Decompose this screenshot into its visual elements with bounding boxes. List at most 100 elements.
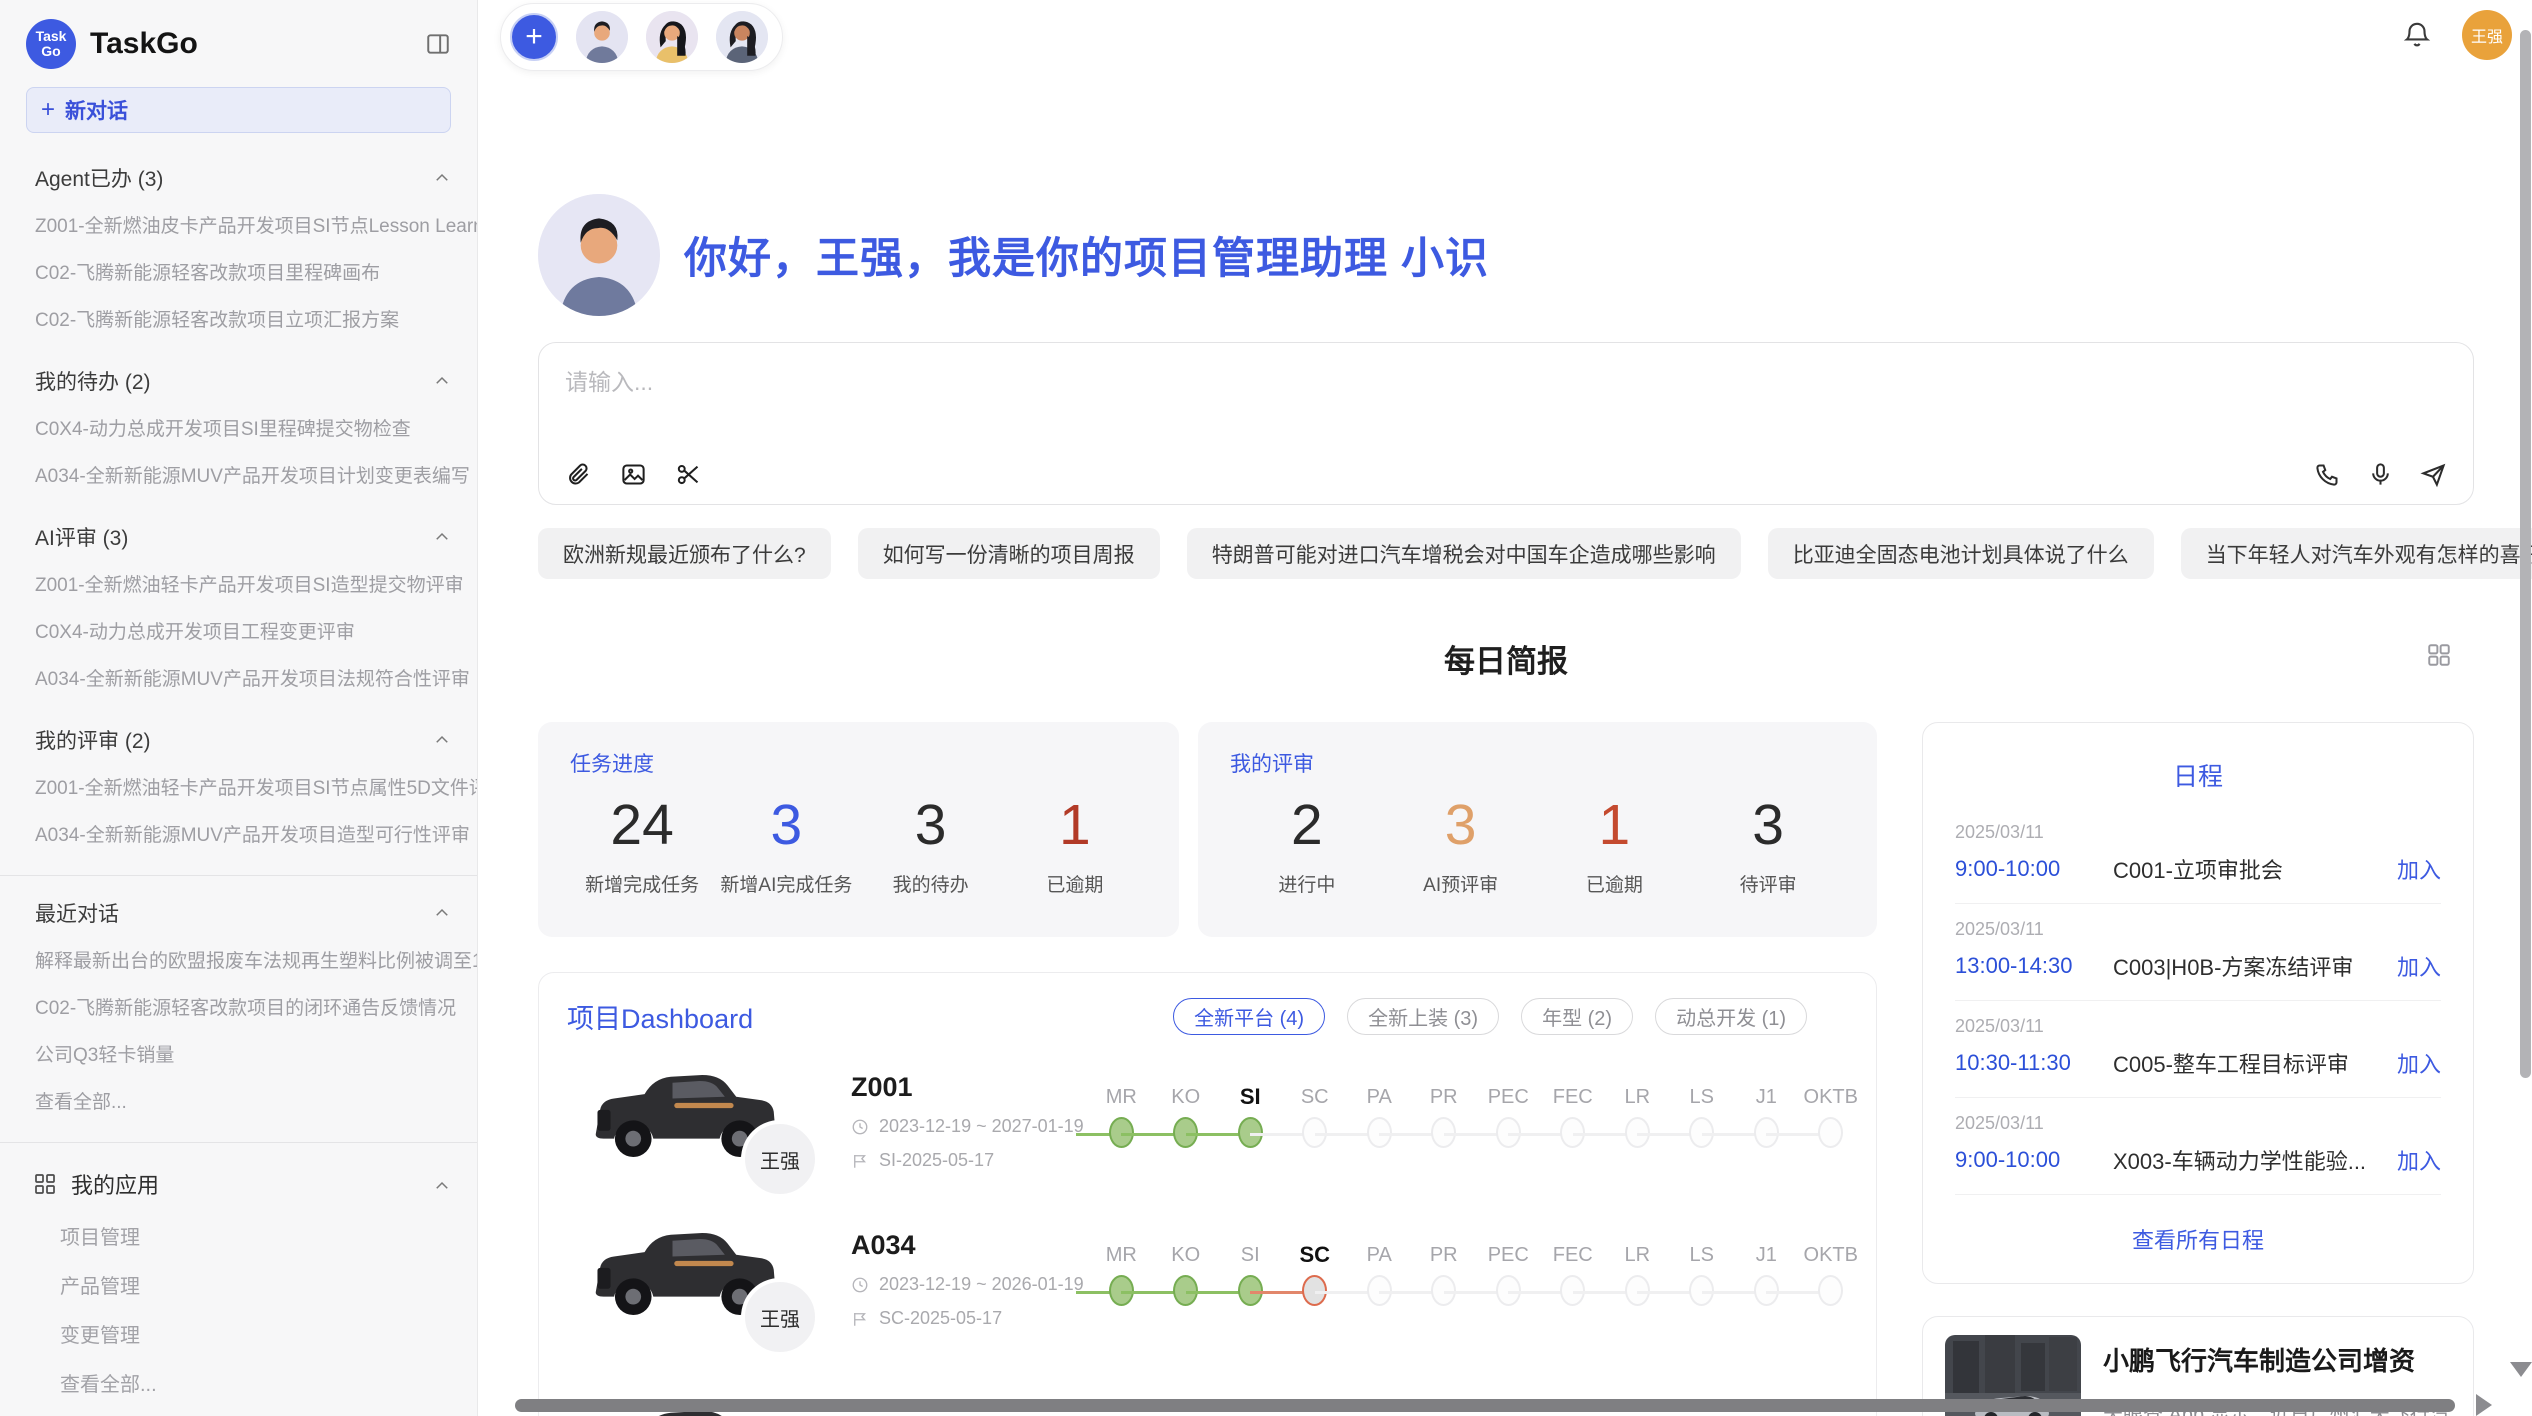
- bell-icon[interactable]: [2402, 20, 2432, 50]
- sidebar-item[interactable]: A034-全新新能源MUV产品开发项目计划变更表编写: [0, 451, 477, 498]
- recent-chat-item[interactable]: 公司Q3轻卡销量: [0, 1030, 477, 1077]
- recent-chat-item[interactable]: 解释最新出台的欧盟报废车法规再生塑料比例被调至15%...: [0, 936, 477, 983]
- milestone: SC: [1283, 1240, 1348, 1330]
- agent-avatar-1[interactable]: [576, 11, 628, 63]
- grid-icon[interactable]: [2426, 642, 2452, 668]
- milestone-label: KO: [1154, 1240, 1219, 1270]
- scroll-down-arrow-icon[interactable]: [2510, 1362, 2532, 1377]
- my-apps-header[interactable]: 我的应用: [0, 1157, 477, 1211]
- new-chat-button[interactable]: + 新对话: [26, 87, 451, 133]
- event-time: 9:00-10:00: [1955, 856, 2113, 882]
- agent-avatar-2[interactable]: [646, 11, 698, 63]
- right-column: 日程 2025/03/119:00-10:00C001-立项审批会加入2025/…: [1922, 722, 2474, 1416]
- event-join-link[interactable]: 加入: [2397, 950, 2441, 982]
- horizontal-scrollbar[interactable]: [515, 1399, 2455, 1412]
- sidebar-item[interactable]: Z001-全新燃油轻卡产品开发项目SI节点属性5D文件评审: [0, 763, 477, 810]
- phone-icon[interactable]: [2314, 461, 2341, 488]
- event-join-link[interactable]: 加入: [2397, 853, 2441, 885]
- milestone: PA: [1347, 1082, 1412, 1172]
- project-flag: SI-2025-05-17: [851, 1150, 1087, 1171]
- stat-card-title: 我的评审: [1230, 748, 1845, 778]
- suggestion-chip[interactable]: 欧洲新规最近颁布了什么?: [538, 528, 831, 579]
- project-dates-text: 2023-12-19 ~ 2027-01-19: [879, 1116, 1084, 1137]
- view-all-schedule-link[interactable]: 查看所有日程: [1955, 1207, 2441, 1259]
- stat-item: 3待评审: [1691, 792, 1845, 897]
- stat-value: 1: [1538, 792, 1692, 858]
- milestone: OKTB: [1799, 1240, 1864, 1330]
- suggestion-chip[interactable]: 如何写一份清晰的项目周报: [858, 528, 1160, 579]
- stat-card: 我的评审2进行中3AI预评审1已逾期3待评审: [1198, 722, 1877, 937]
- schedule-list: 2025/03/119:00-10:00C001-立项审批会加入2025/03/…: [1955, 807, 2441, 1207]
- milestone-label: FEC: [1541, 1240, 1606, 1270]
- sidebar-group-header[interactable]: 我的待办 (2): [0, 358, 477, 404]
- recent-chat-item[interactable]: C02-飞腾新能源轻客改款项目的闭环通告反馈情况: [0, 983, 477, 1030]
- greeting-text: 你好，王强，我是你的项目管理助理 小识: [684, 224, 1489, 286]
- dashboard-tab[interactable]: 全新上装 (3): [1347, 998, 1499, 1035]
- recent-chat-item[interactable]: 查看全部...: [0, 1077, 477, 1124]
- content-columns: 任务进度24新增完成任务3新增AI完成任务3我的待办1已逾期我的评审2进行中3A…: [538, 722, 2474, 1416]
- stat-value: 3: [714, 792, 858, 858]
- project-flag: SC-2025-05-17: [851, 1308, 1087, 1329]
- stat-item: 2进行中: [1230, 792, 1384, 897]
- app-menu-item[interactable]: 产品管理: [0, 1260, 477, 1309]
- stat-label: 新增AI完成任务: [714, 870, 858, 897]
- sidebar-item[interactable]: C02-飞腾新能源轻客改款项目里程碑画布: [0, 248, 477, 295]
- event-date: 2025/03/11: [1955, 822, 2441, 843]
- chat-input[interactable]: [565, 363, 2447, 461]
- suggestion-chip[interactable]: 当下年轻人对汽车外观有怎样的喜好趋势: [2181, 528, 2532, 579]
- paperclip-icon[interactable]: [565, 461, 592, 488]
- milestone: MR: [1089, 1240, 1154, 1330]
- sidebar-group-header[interactable]: AI评审 (3): [0, 514, 477, 560]
- milestone-label: LS: [1670, 1240, 1735, 1270]
- milestone: KO: [1154, 1240, 1219, 1330]
- app-menu-item[interactable]: 项目管理: [0, 1211, 477, 1260]
- event-time: 13:00-14:30: [1955, 953, 2113, 979]
- event-join-link[interactable]: 加入: [2397, 1047, 2441, 1079]
- event-date: 2025/03/11: [1955, 919, 2441, 940]
- vertical-scrollbar[interactable]: [2520, 30, 2531, 1078]
- sidebar-item[interactable]: Z001-全新燃油轻卡产品开发项目SI造型提交物评审: [0, 560, 477, 607]
- suggestion-chip[interactable]: 比亚迪全固态电池计划具体说了什么: [1768, 528, 2154, 579]
- sidebar-item[interactable]: Z001-全新燃油皮卡产品开发项目SI节点Lesson Learn报告: [0, 201, 477, 248]
- milestone-node: [1818, 1275, 1843, 1306]
- sidebar-group-header[interactable]: 我的评审 (2): [0, 717, 477, 763]
- milestone: PR: [1412, 1240, 1477, 1330]
- add-agent-button[interactable]: +: [510, 13, 558, 61]
- event-join-link[interactable]: 加入: [2397, 1144, 2441, 1176]
- milestone: PA: [1347, 1240, 1412, 1330]
- milestone-label: PR: [1412, 1082, 1477, 1112]
- scroll-right-arrow-icon[interactable]: [2476, 1394, 2492, 1416]
- app-menu-item[interactable]: 变更管理: [0, 1309, 477, 1358]
- sidebar-group-title: 我的评审 (2): [35, 725, 433, 755]
- suggestion-chip[interactable]: 特朗普可能对进口汽车增税会对中国车企造成哪些影响: [1187, 528, 1741, 579]
- sidebar-group-header[interactable]: Agent已办 (3): [0, 155, 477, 201]
- sidebar-toggle-icon[interactable]: [425, 31, 451, 57]
- sidebar-item[interactable]: C02-飞腾新能源轻客改款项目立项汇报方案: [0, 295, 477, 342]
- schedule-event: 2025/03/1113:00-14:30C003|H0B-方案冻结评审加入: [1955, 904, 2441, 1001]
- my-apps-title: 我的应用: [71, 1168, 433, 1200]
- scissors-icon[interactable]: [675, 461, 702, 488]
- sidebar-item[interactable]: A034-全新新能源MUV产品开发项目法规符合性评审: [0, 654, 477, 701]
- sidebar-group: AI评审 (3) Z001-全新燃油轻卡产品开发项目SI造型提交物评审C0X4-动…: [0, 508, 477, 711]
- dashboard-tab[interactable]: 年型 (2): [1521, 998, 1633, 1035]
- sidebar-item[interactable]: A034-全新新能源MUV产品开发项目造型可行性评审: [0, 810, 477, 857]
- sidebar-link[interactable]: 我的云空间: [0, 1407, 477, 1416]
- recent-chats-title: 最近对话: [35, 898, 433, 928]
- recent-chats-header[interactable]: 最近对话: [0, 890, 477, 936]
- send-icon[interactable]: [2420, 461, 2447, 488]
- suggestion-chips: 欧洲新规最近颁布了什么? 如何写一份清晰的项目周报特朗普可能对进口汽车增税会对中国…: [538, 528, 2474, 579]
- image-icon[interactable]: [620, 461, 647, 488]
- dashboard-tab[interactable]: 动总开发 (1): [1655, 998, 1807, 1035]
- stat-values: 24新增完成任务3新增AI完成任务3我的待办1已逾期: [570, 792, 1147, 897]
- sidebar-item[interactable]: C0X4-动力总成开发项目工程变更评审: [0, 607, 477, 654]
- milestone: SI: [1218, 1240, 1283, 1330]
- sidebar-item[interactable]: C0X4-动力总成开发项目SI里程碑提交物检查: [0, 404, 477, 451]
- sidebar-group: 我的评审 (2) Z001-全新燃油轻卡产品开发项目SI节点属性5D文件评审A03…: [0, 711, 477, 867]
- milestone-label: PEC: [1476, 1082, 1541, 1112]
- sidebar-group-title: AI评审 (3): [35, 522, 433, 552]
- microphone-icon[interactable]: [2367, 461, 2394, 488]
- app-menu-item[interactable]: 查看全部...: [0, 1358, 477, 1407]
- dashboard-tab[interactable]: 全新平台 (4): [1173, 998, 1325, 1035]
- user-avatar[interactable]: 王强: [2462, 10, 2512, 60]
- agent-avatar-3[interactable]: [716, 11, 768, 63]
